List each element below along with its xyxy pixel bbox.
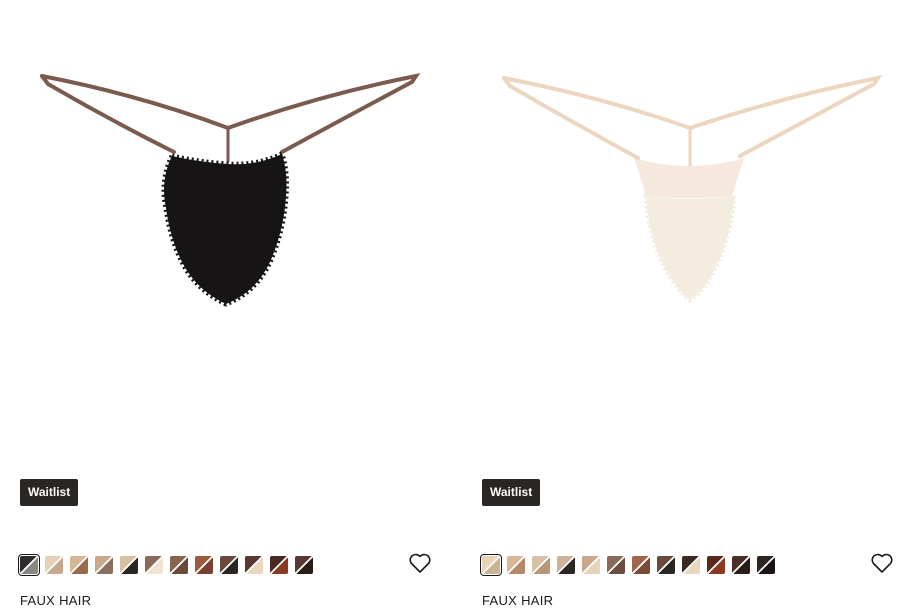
color-swatch[interactable]: [480, 554, 502, 576]
color-swatches: [18, 554, 313, 576]
color-swatch[interactable]: [95, 556, 113, 574]
color-swatch[interactable]: [270, 556, 288, 574]
color-swatch[interactable]: [18, 554, 40, 576]
color-swatch[interactable]: [120, 556, 138, 574]
strap: [40, 74, 176, 154]
color-swatch[interactable]: [70, 556, 88, 574]
color-swatch[interactable]: [582, 556, 600, 574]
product-name[interactable]: FAUX HAIR: [482, 593, 553, 608]
color-swatch[interactable]: [707, 556, 725, 574]
product-grid: Waitlist FAUX HAIR Waitlist FAUX HAIR: [0, 0, 904, 614]
color-swatch[interactable]: [607, 556, 625, 574]
product-card: Waitlist FAUX HAIR: [480, 0, 894, 614]
color-swatch[interactable]: [145, 556, 163, 574]
heart-icon[interactable]: [408, 551, 432, 575]
color-swatch[interactable]: [532, 556, 550, 574]
color-swatch[interactable]: [732, 556, 750, 574]
color-swatch[interactable]: [170, 556, 188, 574]
color-swatch[interactable]: [557, 556, 575, 574]
waitlist-badge: Waitlist: [482, 479, 541, 506]
color-swatch[interactable]: [682, 556, 700, 574]
color-swatch[interactable]: [632, 556, 650, 574]
product-name[interactable]: FAUX HAIR: [20, 593, 91, 608]
color-swatch[interactable]: [195, 556, 213, 574]
waitlist-badge: Waitlist: [20, 479, 79, 506]
hair-patch: [643, 193, 737, 303]
product-image[interactable]: [482, 0, 894, 460]
hair-patch: [161, 151, 289, 307]
heart-icon[interactable]: [870, 551, 894, 575]
product-image[interactable]: [20, 0, 432, 460]
color-swatch[interactable]: [507, 556, 525, 574]
color-swatch[interactable]: [657, 556, 675, 574]
color-swatches: [480, 554, 775, 576]
color-swatch[interactable]: [220, 556, 238, 574]
strap: [502, 76, 640, 160]
product-card: Waitlist FAUX HAIR: [18, 0, 432, 614]
color-swatch[interactable]: [295, 556, 313, 574]
color-swatch[interactable]: [245, 556, 263, 574]
color-swatch[interactable]: [757, 556, 775, 574]
color-swatch[interactable]: [45, 556, 63, 574]
